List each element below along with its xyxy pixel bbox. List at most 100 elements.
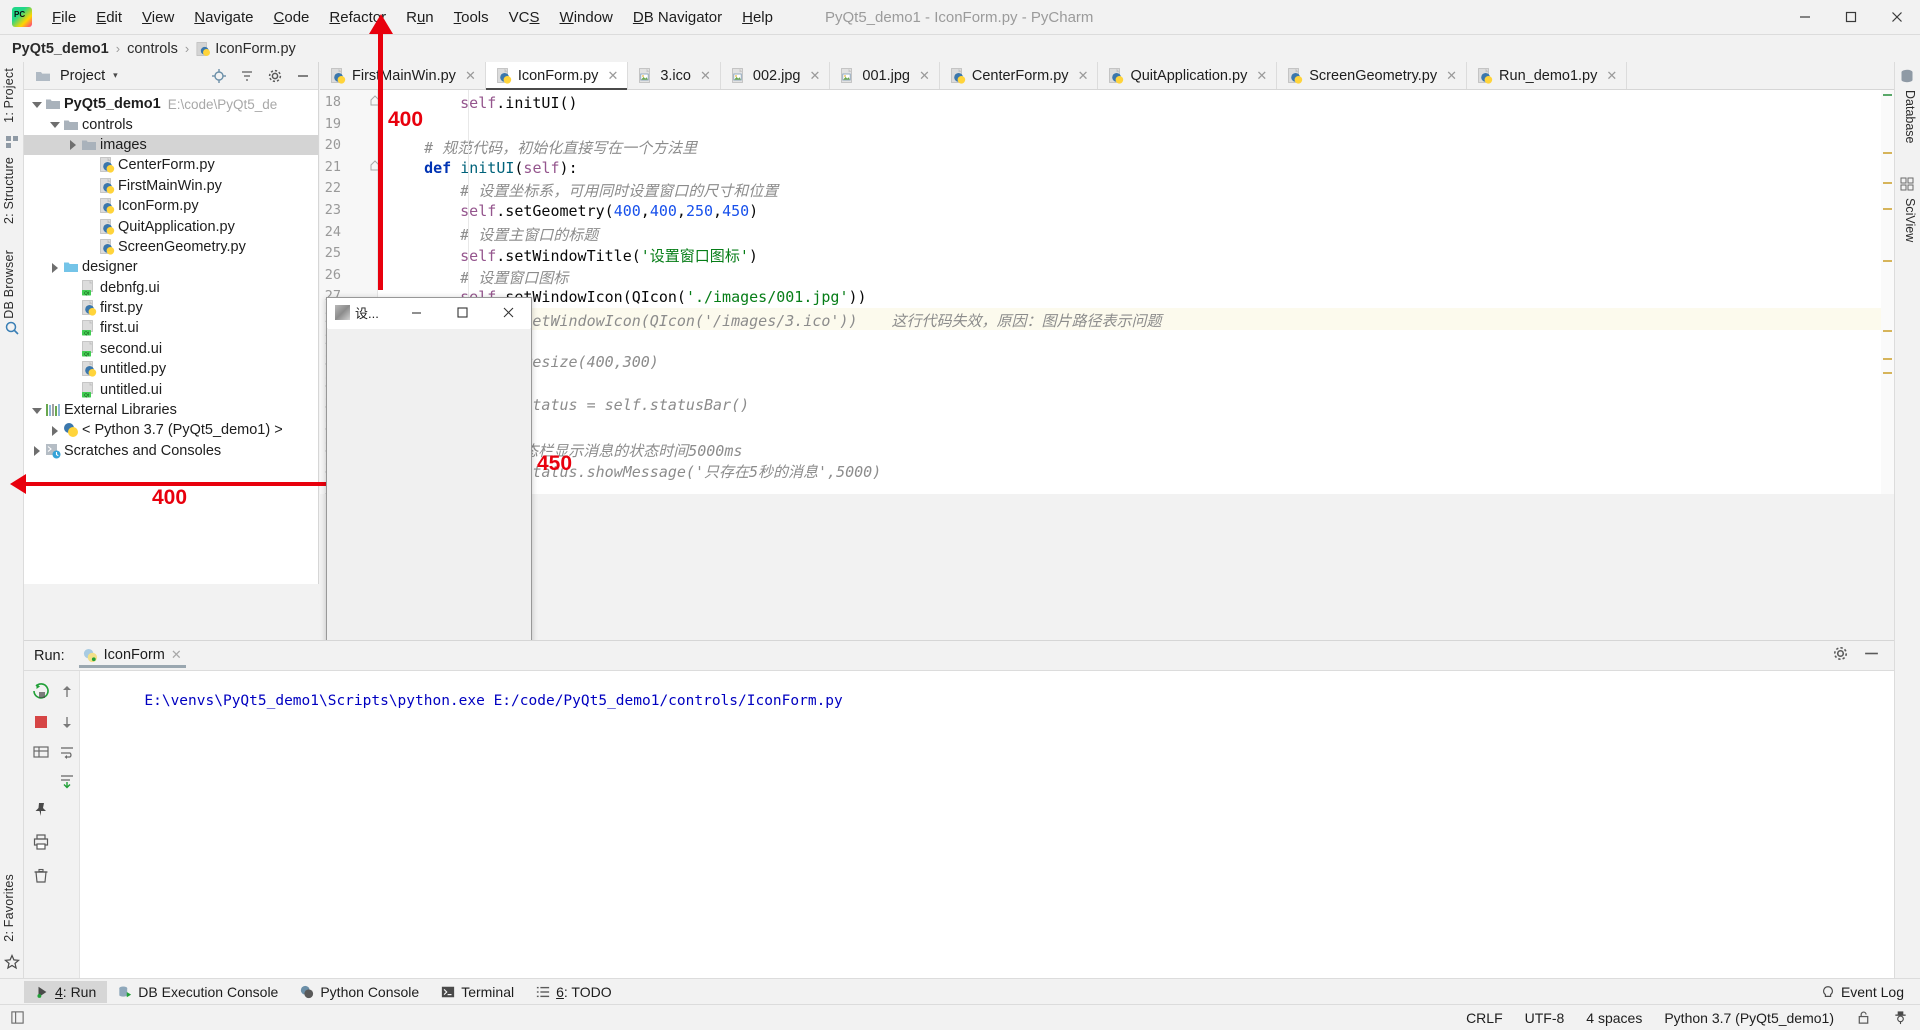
editor-tab-002-jpg[interactable]: 002.jpg ✕ [721, 62, 831, 89]
stripe-tab-project[interactable]: 1: Project [2, 68, 16, 123]
breadcrumb-item-controls[interactable]: controls [127, 41, 178, 57]
tree-node-quitapplication-py[interactable]: QuitApplication.py [24, 216, 318, 236]
tree-node-second-ui[interactable]: Qt second.ui [24, 339, 318, 359]
tree-node-first-ui[interactable]: Qt first.ui [24, 318, 318, 338]
tree-node-screengeometry-py[interactable]: ScreenGeometry.py [24, 237, 318, 257]
code-line[interactable]: # 设置窗口图标 [460, 267, 568, 288]
code-line[interactable]: # 设置主窗口的标题 [460, 224, 598, 245]
tree-node-iconform-py[interactable]: IconForm.py [24, 196, 318, 216]
unlocked-icon[interactable] [1856, 1010, 1871, 1025]
chevron-down-icon[interactable]: ▾ [113, 70, 118, 81]
event-log-button[interactable]: Event Log [1821, 984, 1920, 1000]
qt-maximize-button[interactable] [439, 298, 485, 328]
clear-all-button[interactable] [28, 863, 54, 889]
bottom-tab-python-console[interactable]: Python Console [289, 981, 430, 1003]
gear-icon[interactable] [1832, 645, 1849, 666]
close-button[interactable] [1874, 0, 1920, 34]
chevron-right-icon[interactable] [48, 424, 61, 437]
menu-item-file[interactable]: File [42, 5, 86, 30]
stripe-tab-favorites[interactable]: 2: Favorites [2, 874, 16, 942]
rerun-button[interactable] [28, 679, 54, 705]
code-line[interactable]: # 设置坐标系，可用同时设置窗口的尺寸和位置 [460, 180, 778, 201]
run-session-tab[interactable]: IconForm ✕ [75, 644, 190, 668]
close-icon[interactable]: ✕ [700, 68, 711, 84]
code-line[interactable]: # self.setWindowIcon(QIcon('/images/3.ic… [460, 310, 1161, 331]
hide-panel-icon[interactable] [1863, 645, 1880, 666]
tree-node-images[interactable]: images [24, 134, 318, 156]
status-line-separator[interactable]: CRLF [1466, 1010, 1503, 1026]
chevron-right-icon[interactable] [66, 138, 79, 151]
menu-item-db-navigator[interactable]: DB Navigator [623, 5, 732, 30]
scroll-down-button[interactable] [54, 709, 80, 735]
editor-tab-screengeometry-py[interactable]: ScreenGeometry.py ✕ [1277, 62, 1468, 89]
scroll-up-button[interactable] [54, 679, 80, 705]
status-indent[interactable]: 4 spaces [1586, 1010, 1642, 1026]
qt-preview-window[interactable]: 设... [326, 297, 532, 695]
minimize-button[interactable] [1782, 0, 1828, 34]
close-icon[interactable]: ✕ [1606, 68, 1617, 84]
close-icon[interactable]: ✕ [1256, 68, 1267, 84]
close-icon[interactable]: ✕ [809, 68, 820, 84]
code-editor[interactable]: 18192021222324252627282930313233343536 s… [320, 90, 1894, 494]
breadcrumb-item-file[interactable]: IconForm.py [215, 41, 296, 57]
project-tree[interactable]: PyQt5_demo1 E:\code\PyQt5_de controls image… [24, 90, 318, 461]
locate-icon[interactable] [208, 65, 230, 87]
status-encoding[interactable]: UTF-8 [1525, 1010, 1565, 1026]
status-interpreter[interactable]: Python 3.7 (PyQt5_demo1) [1664, 1010, 1834, 1026]
menu-item-help[interactable]: Help [732, 5, 783, 30]
stripe-tab-db-browser[interactable]: DB Browser [2, 250, 16, 319]
close-icon[interactable]: ✕ [465, 68, 476, 84]
menu-item-vcs[interactable]: VCS [499, 5, 550, 30]
qt-close-button[interactable] [485, 298, 531, 328]
tree-node-external-libraries[interactable]: External Libraries [24, 400, 318, 420]
pin-button[interactable] [28, 797, 54, 823]
tree-node-untitled-py[interactable]: untitled.py [24, 359, 318, 379]
close-icon[interactable]: ✕ [607, 68, 618, 84]
chevron-down-icon[interactable] [48, 118, 61, 131]
chevron-down-icon[interactable] [30, 98, 43, 111]
editor-tab-3-ico[interactable]: 3.ico ✕ [628, 62, 721, 89]
editor-tab-001-jpg[interactable]: 001.jpg ✕ [830, 62, 940, 89]
stripe-tab-structure[interactable]: 2: Structure [2, 157, 16, 224]
bottom-tab-db-execution-console[interactable]: DB Execution Console [107, 981, 289, 1003]
chevron-right-icon[interactable] [30, 444, 43, 457]
editor-tab-firstmainwin-py[interactable]: FirstMainWin.py ✕ [320, 62, 486, 89]
menu-item-run[interactable]: Run [396, 5, 444, 30]
gear-icon[interactable] [264, 65, 286, 87]
menu-item-window[interactable]: Window [550, 5, 623, 30]
chevron-right-icon[interactable] [48, 261, 61, 274]
code-line[interactable]: self.setWindowTitle('设置窗口图标') [460, 245, 758, 266]
collapse-all-icon[interactable] [236, 65, 258, 87]
editor-tab-quitapplication-py[interactable]: QuitApplication.py ✕ [1098, 62, 1278, 89]
editor-tab-centerform-py[interactable]: CenterForm.py ✕ [940, 62, 1099, 89]
bottom-tab-terminal[interactable]: Terminal [430, 981, 525, 1003]
editor-tab-iconform-py[interactable]: IconForm.py ✕ [485, 62, 629, 90]
qt-window-titlebar[interactable]: 设... [327, 298, 531, 328]
tree-node-controls[interactable]: controls [24, 114, 318, 134]
tree-node-python-3-7-pyqt5-demo1[interactable]: < Python 3.7 (PyQt5_demo1) > [24, 420, 318, 440]
chevron-down-icon[interactable] [30, 404, 43, 417]
close-icon[interactable]: ✕ [919, 68, 930, 84]
tree-node-first-py[interactable]: first.py [24, 298, 318, 318]
editor-tab-run-demo1-py[interactable]: Run_demo1.py ✕ [1467, 62, 1628, 89]
breadcrumb-item-project[interactable]: PyQt5_demo1 [12, 41, 109, 57]
bottom-tab-run[interactable]: 4: Run [24, 980, 108, 1003]
show-toolwindow-bars-icon[interactable] [10, 1010, 25, 1025]
stripe-tab-database[interactable]: Database [1903, 90, 1917, 144]
grid-view-button[interactable] [28, 739, 54, 765]
hide-panel-icon[interactable] [292, 65, 314, 87]
stripe-tab-sciview[interactable]: SciView [1903, 198, 1917, 242]
code-line[interactable]: def initUI(self): [424, 159, 578, 177]
print-button[interactable] [28, 829, 54, 855]
menu-item-code[interactable]: Code [264, 5, 320, 30]
tree-node-designer[interactable]: designer [24, 257, 318, 277]
editor-code-area[interactable]: self.initUI() # 规范代码，初始化直接写在一个方法里 def init… [378, 90, 1894, 494]
maximize-button[interactable] [1828, 0, 1874, 34]
menu-item-tools[interactable]: Tools [444, 5, 499, 30]
hector-icon[interactable] [1893, 1010, 1908, 1025]
close-icon[interactable]: ✕ [1078, 68, 1089, 84]
close-icon[interactable]: ✕ [1446, 68, 1457, 84]
tree-node-untitled-ui[interactable]: Qt untitled.ui [24, 379, 318, 399]
scroll-to-end-button[interactable] [54, 768, 80, 794]
tree-node-firstmainwin-py[interactable]: FirstMainWin.py [24, 176, 318, 196]
